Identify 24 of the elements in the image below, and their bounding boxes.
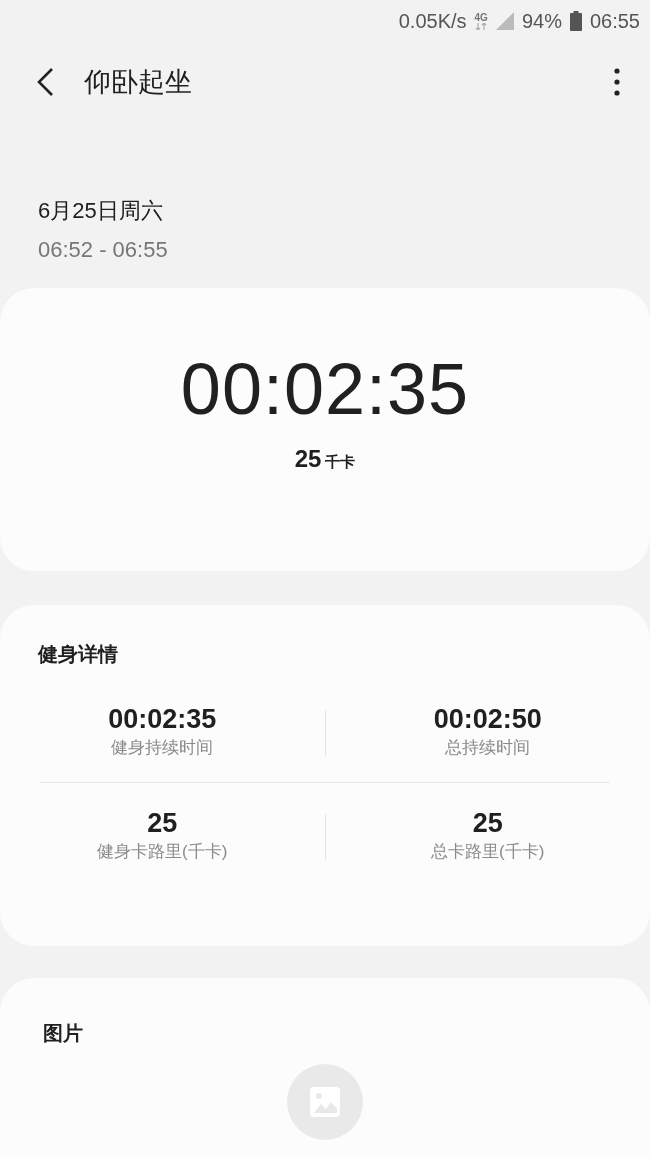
calories-unit: 千卡 xyxy=(325,451,356,472)
page-title: 仰卧起坐 xyxy=(84,65,192,99)
stat-label: 总持续时间 xyxy=(445,736,531,759)
stat-label: 健身持续时间 xyxy=(111,736,214,759)
network-speed: 0.05K/s xyxy=(398,9,467,34)
stat-value: 00:02:35 xyxy=(108,705,217,735)
stat-value: 00:02:50 xyxy=(433,705,542,735)
session-time-range: 06:52 - 06:55 xyxy=(38,236,168,264)
stat-value: 25 xyxy=(147,809,178,839)
clock-time: 06:55 xyxy=(589,9,640,34)
network-type-indicator: 4G xyxy=(474,12,488,30)
section-title: 健身详情 xyxy=(38,643,118,665)
section-title: 图片 xyxy=(43,1022,83,1044)
back-icon[interactable] xyxy=(36,67,54,97)
stat-value: 25 xyxy=(472,809,503,839)
battery-percentage: 94% xyxy=(521,9,562,34)
battery-icon xyxy=(569,11,582,31)
stat-label: 总卡路里(千卡) xyxy=(431,840,545,863)
signal-icon xyxy=(495,12,514,30)
session-date: 6月25日周六 xyxy=(38,197,163,225)
calories-value: 25 xyxy=(294,443,322,474)
more-options-icon[interactable] xyxy=(614,68,620,96)
stat-label: 健身卡路里(千卡) xyxy=(97,840,228,863)
workout-duration: 00:02:35 xyxy=(180,352,470,425)
